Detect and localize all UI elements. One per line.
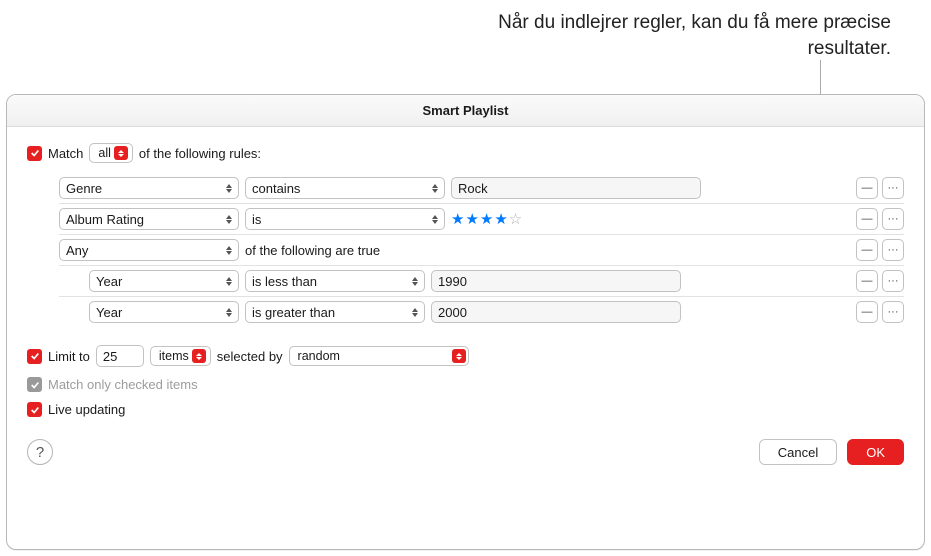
match-label-prefix: Match: [48, 146, 83, 161]
dialog-footer: ? Cancel OK: [27, 439, 904, 465]
more-rule-button[interactable]: ···: [882, 301, 904, 323]
rule-field-select[interactable]: Genre: [59, 177, 239, 199]
live-updating-label: Live updating: [48, 402, 125, 417]
rule-op-select[interactable]: is greater than: [245, 301, 425, 323]
limit-checkbox[interactable]: [27, 349, 42, 364]
updown-icon: [432, 184, 438, 193]
updown-icon: [192, 349, 206, 363]
rating-stars[interactable]: ★★★★☆: [451, 210, 523, 228]
rule-group-suffix: of the following are true: [245, 243, 380, 258]
remove-rule-button[interactable]: —: [856, 239, 878, 261]
cancel-button[interactable]: Cancel: [759, 439, 837, 465]
remove-rule-button[interactable]: —: [856, 177, 878, 199]
rule-op-value: contains: [252, 181, 300, 196]
rule-op-select[interactable]: is less than: [245, 270, 425, 292]
match-row: Match all of the following rules:: [27, 143, 904, 163]
rule-field-select[interactable]: Album Rating: [59, 208, 239, 230]
updown-icon: [114, 146, 128, 160]
rule-op-select[interactable]: contains: [245, 177, 445, 199]
rule-op-select[interactable]: is: [245, 208, 445, 230]
rule-value-input[interactable]: 1990: [431, 270, 681, 292]
selected-by-value: random: [298, 349, 449, 363]
rule-op-value: is greater than: [252, 305, 335, 320]
more-rule-button[interactable]: ···: [882, 177, 904, 199]
rule-op-value: is: [252, 212, 261, 227]
rule-field-select[interactable]: Year: [89, 270, 239, 292]
limit-count-value: 25: [103, 349, 117, 364]
selected-by-label: selected by: [217, 349, 283, 364]
live-updating-checkbox[interactable]: [27, 402, 42, 417]
match-checkbox[interactable]: [27, 146, 42, 161]
rule-row: Genre contains Rock — ···: [59, 173, 904, 204]
updown-icon: [226, 308, 232, 317]
rule-value-text: Rock: [458, 181, 488, 196]
rule-row: Year is greater than 2000 — ···: [59, 297, 904, 327]
rule-op-value: is less than: [252, 274, 317, 289]
dialog-title: Smart Playlist: [7, 95, 924, 127]
limit-row: Limit to 25 items selected by random: [27, 345, 904, 367]
updown-icon: [226, 277, 232, 286]
rule-field-value: Album Rating: [66, 212, 144, 227]
updown-icon: [412, 308, 418, 317]
more-rule-button[interactable]: ···: [882, 239, 904, 261]
match-quantifier-popup[interactable]: all: [89, 143, 133, 163]
updown-icon: [452, 349, 466, 363]
remove-rule-button[interactable]: —: [856, 301, 878, 323]
selected-by-popup[interactable]: random: [289, 346, 469, 366]
updown-icon: [412, 277, 418, 286]
rules-list: Genre contains Rock — ···: [59, 173, 904, 327]
help-button[interactable]: ?: [27, 439, 53, 465]
annotation-text: Når du indlejrer regler, kan du få mere …: [431, 10, 891, 61]
match-only-checked-label: Match only checked items: [48, 377, 198, 392]
limit-unit-value: items: [159, 349, 189, 363]
rule-row: Year is less than 1990 — ···: [59, 266, 904, 297]
smart-playlist-dialog: Smart Playlist Match all of the followin…: [6, 94, 925, 550]
updown-icon: [226, 184, 232, 193]
match-label-suffix: of the following rules:: [139, 146, 261, 161]
match-only-checked-row: Match only checked items: [27, 377, 904, 392]
rule-field-select[interactable]: Year: [89, 301, 239, 323]
rule-field-value: Year: [96, 305, 122, 320]
rule-value-input[interactable]: Rock: [451, 177, 701, 199]
rule-value-text: 1990: [438, 274, 467, 289]
live-updating-row: Live updating: [27, 402, 904, 417]
rule-field-value: Any: [66, 243, 88, 258]
remove-rule-button[interactable]: —: [856, 270, 878, 292]
limit-count-input[interactable]: 25: [96, 345, 144, 367]
limit-unit-popup[interactable]: items: [150, 346, 211, 366]
limit-label: Limit to: [48, 349, 90, 364]
rule-field-value: Genre: [66, 181, 102, 196]
match-only-checked-checkbox: [27, 377, 42, 392]
rule-row: Album Rating is ★★★★☆ — ···: [59, 204, 904, 235]
ok-button[interactable]: OK: [847, 439, 904, 465]
updown-icon: [226, 246, 232, 255]
rule-field-value: Year: [96, 274, 122, 289]
rule-value-input[interactable]: 2000: [431, 301, 681, 323]
match-quantifier-value: all: [98, 146, 111, 160]
rule-field-select[interactable]: Any: [59, 239, 239, 261]
more-rule-button[interactable]: ···: [882, 270, 904, 292]
updown-icon: [226, 215, 232, 224]
rule-value-text: 2000: [438, 305, 467, 320]
updown-icon: [432, 215, 438, 224]
more-rule-button[interactable]: ···: [882, 208, 904, 230]
remove-rule-button[interactable]: —: [856, 208, 878, 230]
rule-row: Any of the following are true — ···: [59, 235, 904, 266]
